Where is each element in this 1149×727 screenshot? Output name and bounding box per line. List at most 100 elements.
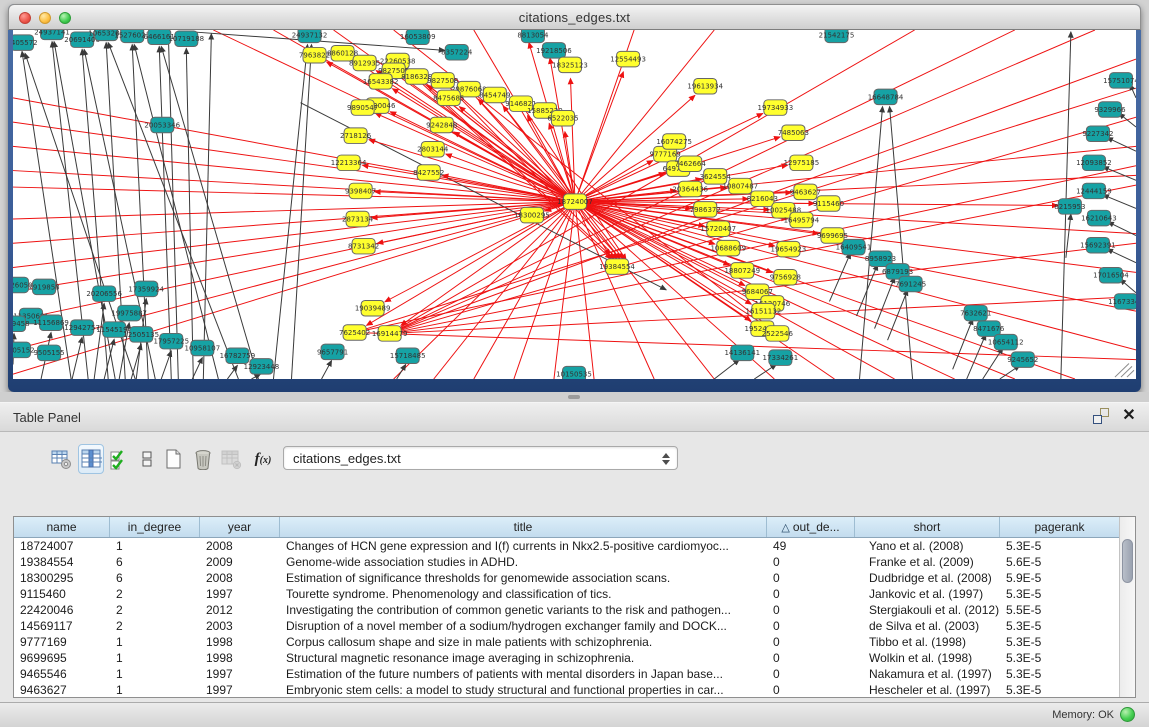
graph-node-teal[interactable]: 17016504 <box>1093 268 1129 284</box>
graph-node-teal[interactable]: 7691245 <box>895 276 926 292</box>
table-row[interactable]: 1872400712008Changes of HCN gene express… <box>14 538 1119 554</box>
cell-out_de[interactable]: 0 <box>767 634 855 650</box>
cell-pagerank[interactable]: 5.3E-5 <box>1000 666 1119 682</box>
cell-pagerank[interactable]: 5.9E-5 <box>1000 570 1119 586</box>
cell-short[interactable]: Hescheler et al. (1997) <box>855 682 1000 697</box>
graph-node-yellow[interactable]: 2718126 <box>340 128 371 144</box>
graph-node-teal[interactable]: 8813054 <box>517 30 548 43</box>
graph-edge[interactable] <box>514 202 575 379</box>
graph-edge[interactable] <box>890 107 913 379</box>
column-header-pagerank[interactable]: pagerank <box>1000 517 1119 537</box>
cell-in_degree[interactable]: 1 <box>110 682 200 697</box>
graph-node-yellow[interactable]: 2873134 <box>342 211 373 227</box>
graph-node-yellow[interactable]: 19734933 <box>758 100 794 116</box>
checklist-icon[interactable] <box>106 444 132 474</box>
graph-edge[interactable] <box>161 351 171 379</box>
graph-node-teal[interactable]: 8357224 <box>441 45 472 61</box>
cell-pagerank[interactable]: 5.3E-5 <box>1000 634 1119 650</box>
table-gear-icon[interactable] <box>48 444 74 474</box>
cell-pagerank[interactable]: 5.5E-5 <box>1000 602 1119 618</box>
graph-edge[interactable] <box>1119 113 1136 127</box>
graph-node-yellow[interactable]: 12554493 <box>610 51 646 67</box>
graph-node-yellow[interactable]: 7963822 <box>299 47 330 63</box>
graph-edge[interactable] <box>192 358 202 379</box>
cell-out_de[interactable]: 0 <box>767 586 855 602</box>
graph-edge[interactable] <box>322 361 332 379</box>
graph-node-yellow[interactable]: 19039489 <box>355 300 391 316</box>
graph-edge[interactable] <box>575 202 772 273</box>
graph-node-yellow[interactable]: 2803144 <box>417 141 448 157</box>
cell-in_degree[interactable]: 2 <box>110 586 200 602</box>
graph-edge[interactable] <box>967 334 986 379</box>
graph-node-teal[interactable]: 10150535 <box>556 366 592 379</box>
cell-short[interactable]: Tibbo et al. (1998) <box>855 634 1000 650</box>
table-row[interactable]: 1456911722003Disruption of a novel membe… <box>14 618 1119 634</box>
cell-out_de[interactable]: 0 <box>767 682 855 697</box>
cell-pagerank[interactable]: 5.3E-5 <box>1000 586 1119 602</box>
cell-short[interactable]: Nakamura et al. (1997) <box>855 666 1000 682</box>
cell-year[interactable]: 2008 <box>200 570 280 586</box>
column-header-short[interactable]: short <box>855 517 1000 537</box>
graph-edge[interactable] <box>1103 195 1136 209</box>
cell-year[interactable]: 2008 <box>200 538 280 554</box>
cell-short[interactable]: Dudbridge et al. (2008) <box>855 570 1000 586</box>
cell-out_de[interactable]: 49 <box>767 538 855 554</box>
graph-edge[interactable] <box>72 337 82 379</box>
cell-year[interactable]: 1997 <box>200 666 280 682</box>
graph-node-teal[interactable]: 9505155 <box>33 345 64 361</box>
graph-node-teal[interactable]: 19218506 <box>536 43 572 59</box>
cell-short[interactable]: Yano et al. (2008) <box>855 538 1000 554</box>
graph-node-yellow[interactable]: 6522035 <box>547 110 578 126</box>
graph-node-teal[interactable]: 14136141 <box>724 345 760 361</box>
function-icon[interactable]: f(x) <box>250 444 276 474</box>
cell-title[interactable]: Genome-wide association studies in ADHD. <box>280 554 767 570</box>
cell-title[interactable]: Corpus callosum shape and size in male p… <box>280 634 767 650</box>
cell-title[interactable]: Changes of HCN gene expression and I(f) … <box>280 538 767 554</box>
graph-edge[interactable] <box>94 303 104 379</box>
graph-node-yellow[interactable]: 19384554 <box>599 259 635 275</box>
graph-node-teal[interactable]: 24937132 <box>292 30 328 43</box>
graph-edge[interactable] <box>203 34 211 379</box>
cell-title[interactable]: Investigating the contribution of common… <box>280 602 767 618</box>
cell-short[interactable]: Stergiakouli et al. (2012) <box>855 602 1000 618</box>
graph-node-teal[interactable]: 9329966 <box>1094 102 1125 118</box>
cell-pagerank[interactable]: 5.3E-5 <box>1000 538 1119 554</box>
table-row[interactable]: 2242004622012Investigating the contribut… <box>14 602 1119 618</box>
graph-node-teal[interactable]: 17334261 <box>763 350 799 366</box>
graph-edge[interactable] <box>273 45 307 379</box>
cell-year[interactable]: 2003 <box>200 618 280 634</box>
graph-node-teal[interactable]: 10958107 <box>185 340 221 356</box>
cell-out_de[interactable]: 0 <box>767 666 855 682</box>
cell-name[interactable]: 18724007 <box>14 538 110 554</box>
table-selector-dropdown[interactable]: citations_edges.txt <box>283 446 678 470</box>
canvas-resize-grip-icon[interactable] <box>1121 366 1132 377</box>
graph-edge[interactable] <box>1108 222 1136 236</box>
graph-node-teal[interactable]: 9405572 <box>13 35 38 51</box>
graph-edge[interactable] <box>829 253 850 301</box>
graph-node-yellow[interactable]: 10688609 <box>710 240 746 256</box>
graph-node-yellow[interactable]: 9756928 <box>770 269 801 285</box>
cell-name[interactable]: 19384554 <box>14 554 110 570</box>
cell-out_de[interactable]: 0 <box>767 570 855 586</box>
graph-node-teal[interactable]: 7632621 <box>960 305 991 321</box>
close-panel-icon[interactable]: ✕ <box>1121 408 1137 424</box>
graph-node-yellow[interactable]: 9890547 <box>347 100 378 116</box>
cell-short[interactable]: Franke et al. (2009) <box>855 554 1000 570</box>
cell-name[interactable]: 9115460 <box>14 586 110 602</box>
cell-title[interactable]: Tourette syndrome. Phenomenology and cla… <box>280 586 767 602</box>
table-scrollbar[interactable] <box>1119 517 1135 697</box>
cell-in_degree[interactable]: 1 <box>110 634 200 650</box>
cell-name[interactable]: 9463627 <box>14 682 110 697</box>
graph-node-yellow[interactable]: 7485063 <box>778 125 809 141</box>
graph-node-yellow[interactable]: 7625402 <box>339 325 370 341</box>
memory-status-icon[interactable] <box>1120 707 1135 722</box>
cell-out_de[interactable]: 0 <box>767 554 855 570</box>
graph-node-yellow[interactable]: 8912935 <box>349 55 380 71</box>
cell-short[interactable]: Wolkin et al. (1998) <box>855 650 1000 666</box>
column-header-year[interactable]: year <box>200 517 280 537</box>
cell-out_de[interactable]: 0 <box>767 618 855 634</box>
table-columns-icon[interactable] <box>78 444 104 474</box>
table-row[interactable]: 911546021997Tourette syndrome. Phenomeno… <box>14 586 1119 602</box>
table-row[interactable]: 969969511998Structural magnetic resonanc… <box>14 650 1119 666</box>
cell-in_degree[interactable]: 1 <box>110 538 200 554</box>
